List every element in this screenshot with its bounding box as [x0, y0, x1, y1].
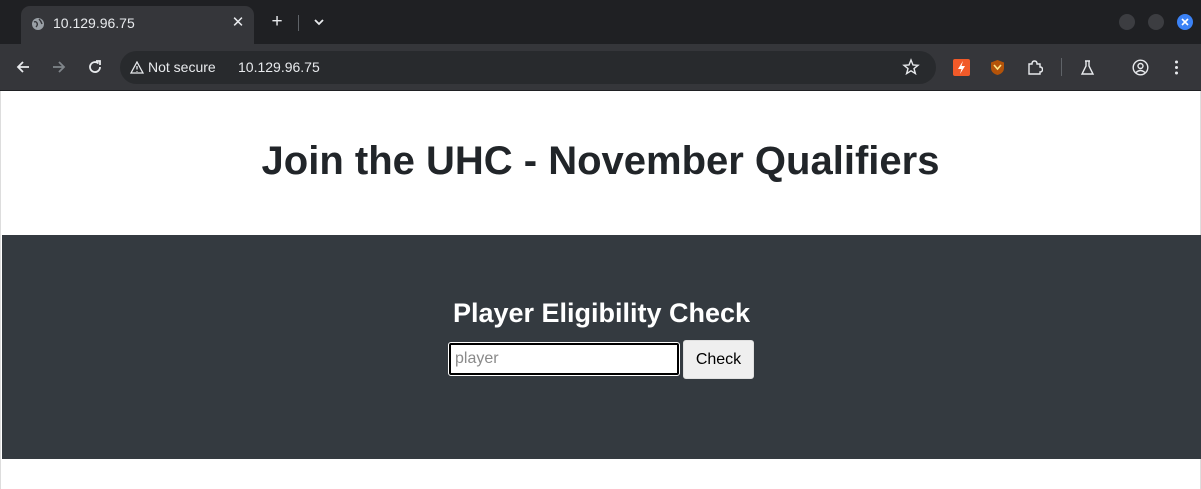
chevron-down-icon[interactable] — [310, 13, 328, 31]
page-viewport: Join the UHC - November Qualifiers Playe… — [0, 91, 1201, 489]
minimize-button[interactable] — [1119, 14, 1135, 30]
check-button[interactable]: Check — [683, 340, 754, 379]
close-icon — [1181, 18, 1189, 26]
tab-strip: 10.129.96.75 ✕ + — [0, 0, 1201, 44]
extension-shield-icon[interactable] — [989, 59, 1006, 76]
warning-icon — [129, 60, 145, 74]
profile-avatar-icon[interactable] — [1132, 59, 1149, 76]
page-title: Join the UHC - November Qualifiers — [261, 139, 940, 183]
tab-divider — [298, 15, 299, 31]
new-tab-icon[interactable]: + — [268, 12, 286, 31]
reload-icon[interactable] — [85, 57, 105, 77]
forward-arrow-icon[interactable] — [49, 57, 69, 77]
globe-icon — [32, 18, 44, 30]
close-window-button[interactable] — [1177, 14, 1193, 30]
address-bar[interactable]: Not secure 10.129.96.75 — [120, 51, 936, 84]
eligibility-title: Player Eligibility Check — [452, 298, 751, 328]
extension-bolt-icon[interactable] — [953, 59, 970, 76]
tab-title: 10.129.96.75 — [53, 15, 135, 31]
url-text[interactable]: 10.129.96.75 — [238, 59, 320, 75]
security-label: Not secure — [148, 59, 216, 75]
browser-toolbar: Not secure 10.129.96.75 — [0, 44, 1201, 91]
toolbar-divider — [1061, 58, 1062, 76]
eligibility-section: Player Eligibility Check Check — [2, 235, 1201, 459]
star-icon[interactable] — [902, 58, 920, 76]
back-arrow-icon[interactable] — [13, 57, 33, 77]
maximize-button[interactable] — [1148, 14, 1164, 30]
security-indicator[interactable]: Not secure — [129, 59, 216, 75]
player-input[interactable] — [448, 342, 680, 376]
browser-tab[interactable]: 10.129.96.75 ✕ — [21, 6, 254, 44]
more-menu-icon[interactable] — [1168, 59, 1185, 76]
tab-close-icon[interactable]: ✕ — [230, 15, 246, 31]
extensions-puzzle-icon[interactable] — [1026, 59, 1043, 76]
labs-flask-icon[interactable] — [1079, 59, 1096, 76]
